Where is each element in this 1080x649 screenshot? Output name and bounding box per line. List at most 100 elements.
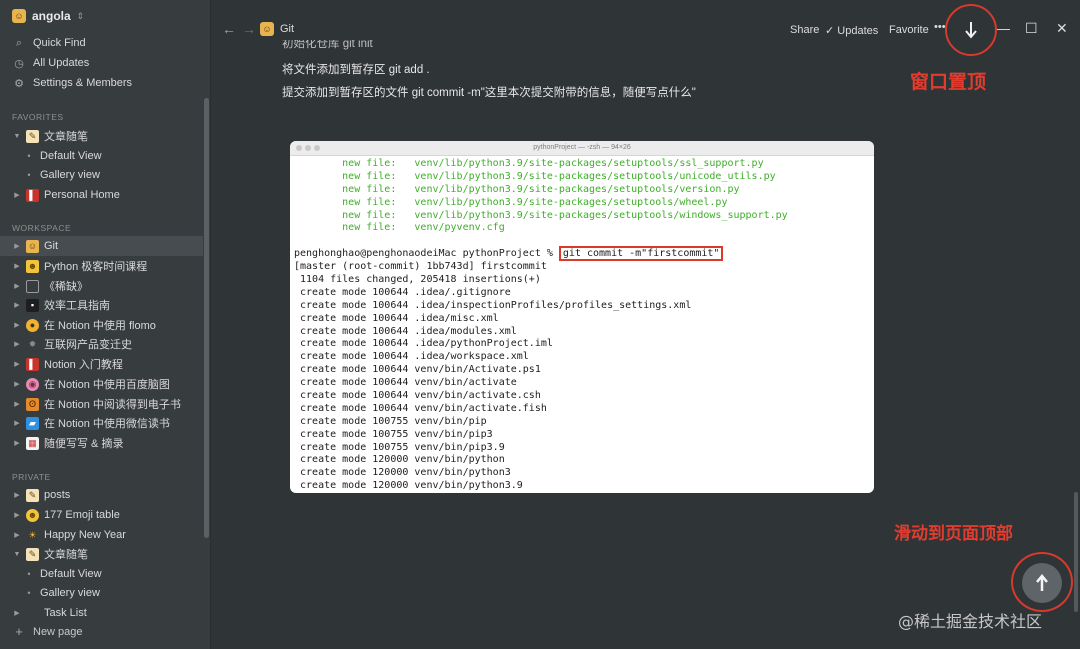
sidebar-item-baidu-mindmap[interactable]: ▶ ◉ 在 Notion 中使用百度脑图 xyxy=(0,374,203,394)
settings-members-button[interactable]: ⚙ Settings & Members xyxy=(12,73,215,93)
terminal-line: create mode 100644 .idea/modules.xml xyxy=(294,325,517,337)
sidebar-item-private-articles[interactable]: ▼ ✎ 文章随笔 xyxy=(0,544,203,564)
terminal-line: new file: venv/lib/python3.9/site-packag… xyxy=(294,158,764,169)
sidebar-item-emoji-table[interactable]: ▶ ☻ 177 Emoji table xyxy=(0,505,203,525)
maximize-icon[interactable]: ☐ xyxy=(1025,20,1038,37)
bullet-icon: • xyxy=(27,170,31,180)
chevron-right-icon[interactable]: ▶ xyxy=(12,321,22,329)
sidebar-item-wechat-reading[interactable]: ▶ ▰ 在 Notion 中使用微信读书 xyxy=(0,413,203,433)
chevron-right-icon[interactable]: ▶ xyxy=(12,419,22,427)
chevron-right-icon[interactable]: ▶ xyxy=(12,400,22,408)
favorite-button[interactable]: Favorite xyxy=(889,24,929,36)
chevron-right-icon[interactable]: ▶ xyxy=(12,191,22,199)
calendar-icon: ▦ xyxy=(26,436,39,450)
owl-icon: ʘ xyxy=(26,397,39,411)
sidebar-item-scarcity[interactable]: ▶ 《稀缺》 xyxy=(0,276,203,296)
sidebar-item-label: 《稀缺》 xyxy=(44,281,88,293)
sidebar-item-label: 文章随笔 xyxy=(44,131,88,143)
breadcrumb[interactable]: ☺ Git xyxy=(260,22,294,36)
scroll-top-disc[interactable] xyxy=(1022,563,1062,603)
sidebar-item-personal-home[interactable]: ▶ ▌ Personal Home xyxy=(0,185,203,205)
sidebar-item-notion-tutorial[interactable]: ▶ ▌ Notion 入门教程 xyxy=(0,354,203,374)
sidebar-item-label: Default View xyxy=(40,568,102,580)
sidebar-item-notes[interactable]: ▶ ▦ 随便写写 & 摘录 xyxy=(0,433,203,453)
sun-icon: ☀ xyxy=(28,529,37,540)
flomo-icon: ● xyxy=(26,318,39,332)
smile-icon: ☻ xyxy=(26,508,39,522)
chevron-right-icon[interactable]: ▶ xyxy=(12,439,22,447)
terminal-line: new file: venv/lib/python3.9/site-packag… xyxy=(294,183,740,195)
chevron-right-icon[interactable]: ▶ xyxy=(12,340,22,348)
more-button[interactable]: ••• xyxy=(934,21,946,33)
sidebar-item-gallery-view[interactable]: • Gallery view xyxy=(0,583,203,603)
terminal-prompt-line: penghonghao@penghonaodeiMac pythonProjec… xyxy=(294,246,874,262)
terminal-line: create mode 100644 venv/bin/Activate.ps1 xyxy=(294,364,541,376)
back-arrow-icon[interactable]: ← xyxy=(222,21,236,37)
window-lights-icon xyxy=(296,145,320,151)
chevron-right-icon[interactable]: ▶ xyxy=(12,531,22,539)
chevron-right-icon[interactable]: ▶ xyxy=(12,301,22,309)
chevron-right-icon[interactable]: ▶ xyxy=(12,360,22,368)
note-icon: ✎ xyxy=(26,129,39,143)
private-header: PRIVATE xyxy=(12,472,51,482)
quick-find-button[interactable]: ⌕ Quick Find xyxy=(12,33,215,53)
all-updates-button[interactable]: ◷ All Updates xyxy=(12,53,215,73)
blank-icon xyxy=(26,607,39,620)
sidebar-item-git[interactable]: ▶ ☺ Git xyxy=(0,236,203,256)
sidebar-item-default-view[interactable]: • Default View xyxy=(0,564,203,584)
chevron-right-icon[interactable]: ▶ xyxy=(12,242,22,250)
pin-window-button[interactable] xyxy=(945,4,997,56)
terminal-line: new file: venv/lib/python3.9/site-packag… xyxy=(294,196,728,208)
scroll-to-top-button[interactable] xyxy=(1010,552,1076,612)
minimize-icon[interactable]: — xyxy=(996,20,1010,36)
chevron-right-icon[interactable]: ▶ xyxy=(12,282,22,290)
terminal-line: 1104 files changed, 205418 insertions(+) xyxy=(294,274,541,286)
new-page-button[interactable]: + New page xyxy=(12,624,82,639)
all-updates-label: All Updates xyxy=(33,57,90,69)
chevron-down-icon[interactable]: ▼ xyxy=(12,133,22,140)
terminal-line: create mode 120000 venv/bin/python xyxy=(294,454,505,466)
share-button[interactable]: Share xyxy=(790,24,819,36)
chevron-right-icon[interactable]: ▶ xyxy=(12,511,22,519)
sidebar-item-happy-new-year[interactable]: ▶ ☀ Happy New Year xyxy=(0,525,203,545)
updates-button[interactable]: ✓ Updates xyxy=(825,24,878,37)
sidebar-item-label: 在 Notion 中使用百度脑图 xyxy=(44,379,170,391)
sidebar-item-python-course[interactable]: ▶ ☻ Python 极客时间课程 xyxy=(0,256,203,276)
sidebar-item-dedao-ebook[interactable]: ▶ ʘ 在 Notion 中阅读得到电子书 xyxy=(0,394,203,414)
updates-label: Updates xyxy=(837,25,879,37)
sidebar-item-gallery-view[interactable]: • Gallery view xyxy=(0,165,203,185)
sidebar-item-label: 在 Notion 中阅读得到电子书 xyxy=(44,399,181,411)
clock-icon: ◷ xyxy=(14,57,24,70)
terminal-line: create mode 100644 .idea/workspace.xml xyxy=(294,351,529,363)
sidebar-item-favorite-articles[interactable]: ▼ ✎ 文章随笔 xyxy=(0,126,203,146)
chevron-right-icon[interactable]: ▶ xyxy=(12,491,22,499)
pin-window-annotation: 窗口置顶 xyxy=(910,71,987,93)
terminal-screenshot: pythonProject — -zsh — 94×26 new file: v… xyxy=(290,141,874,493)
workspace-switcher[interactable]: ☺ angola ⇕ xyxy=(12,9,84,23)
sidebar-item-label: Notion 入门教程 xyxy=(44,359,123,371)
bullet-icon: • xyxy=(27,588,31,598)
terminal-prompt: penghonghao@penghonaodeiMac pythonProjec… xyxy=(294,248,559,260)
sidebar-item-default-view[interactable]: • Default View xyxy=(0,146,203,166)
sidebar-item-efficiency-tools[interactable]: ▶ ▪ 效率工具指南 xyxy=(0,295,203,315)
favorites-header: FAVORITES xyxy=(12,112,64,122)
terminal-line: create mode 100644 venv/bin/activate.csh xyxy=(294,390,541,402)
sidebar-item-internet-history[interactable]: ▶ ✹ 互联网产品变迁史 xyxy=(0,334,203,354)
sidebar-item-label: Git xyxy=(44,240,59,252)
terminal-line: create mode 100644 venv/bin/activate xyxy=(294,377,517,389)
sidebar-item-label: Default View xyxy=(40,150,102,162)
sidebar-item-posts[interactable]: ▶ ✎ posts xyxy=(0,485,203,505)
sidebar-item-label: 互联网产品变迁史 xyxy=(44,339,132,351)
sidebar-item-flomo[interactable]: ▶ ● 在 Notion 中使用 flomo xyxy=(0,315,203,335)
chevron-right-icon[interactable]: ▶ xyxy=(12,380,22,388)
sidebar-item-label: 效率工具指南 xyxy=(44,300,110,312)
close-icon[interactable]: ✕ xyxy=(1056,20,1068,37)
sidebar-item-task-list[interactable]: ▶ Task List xyxy=(0,603,203,623)
chevron-down-icon[interactable]: ▼ xyxy=(12,551,22,558)
chevron-right-icon[interactable]: ▶ xyxy=(12,262,22,270)
page-title: Git xyxy=(280,23,295,35)
note-icon: ✎ xyxy=(26,488,39,502)
sidebar-scrollbar[interactable] xyxy=(204,98,209,538)
forward-arrow-icon[interactable]: → xyxy=(242,21,256,37)
chevron-right-icon[interactable]: ▶ xyxy=(12,609,22,617)
